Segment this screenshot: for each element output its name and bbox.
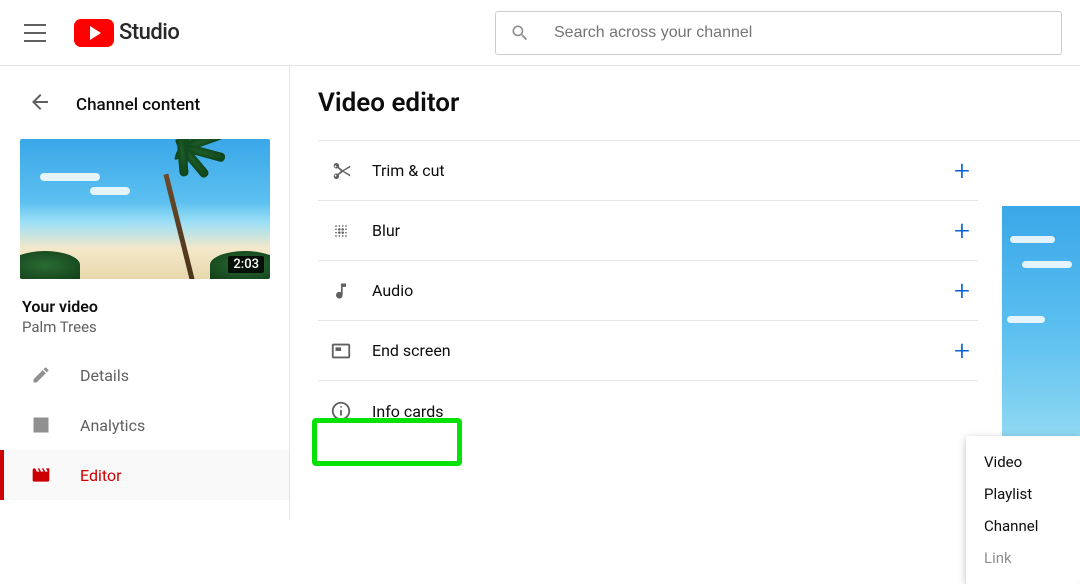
row-audio[interactable]: Audio + <box>318 261 978 321</box>
duration-badge: 2:03 <box>228 256 264 273</box>
end-screen-icon <box>324 340 358 362</box>
menu-item-playlist[interactable]: Playlist <box>966 478 1080 510</box>
video-preview-strip <box>1002 206 1080 436</box>
sidebar-item-editor[interactable]: Editor <box>0 450 289 500</box>
plus-icon[interactable]: + <box>954 277 972 305</box>
menu-item-link: Link <box>966 542 1080 574</box>
row-label: Blur <box>372 221 954 240</box>
back-arrow-icon[interactable] <box>28 90 52 119</box>
page-title: Video editor <box>318 88 1080 118</box>
video-thumbnail[interactable]: 2:03 <box>20 139 270 279</box>
sidebar-item-label: Details <box>80 366 129 385</box>
plus-icon[interactable]: + <box>954 217 972 245</box>
row-endscreen[interactable]: End screen + <box>318 321 978 381</box>
search-input[interactable] <box>552 23 1047 43</box>
row-infocards[interactable]: Info cards <box>318 381 978 441</box>
back-label: Channel content <box>76 95 200 115</box>
search-box[interactable] <box>495 11 1062 55</box>
blur-icon <box>324 221 358 241</box>
plus-icon[interactable]: + <box>954 337 972 365</box>
video-title: Palm Trees <box>22 318 289 336</box>
music-note-icon <box>324 281 358 301</box>
youtube-play-icon <box>74 19 114 47</box>
editor-clapper-icon <box>30 464 52 486</box>
row-label: Trim & cut <box>372 161 954 180</box>
row-blur[interactable]: Blur + <box>318 201 978 261</box>
row-trim[interactable]: Trim & cut + <box>318 141 978 201</box>
menu-item-video[interactable]: Video <box>966 446 1080 478</box>
studio-logo[interactable]: Studio <box>74 19 179 47</box>
editor-rows: Trim & cut + Blur + Audio + <box>318 140 1080 441</box>
sidebar-item-label: Analytics <box>80 416 145 435</box>
row-label: End screen <box>372 341 954 360</box>
logo-text: Studio <box>119 20 179 45</box>
back-row[interactable]: Channel content <box>0 84 289 135</box>
row-label: Audio <box>372 281 954 300</box>
pencil-icon <box>30 364 52 386</box>
sidebar-item-analytics[interactable]: Analytics <box>0 400 289 450</box>
search-icon <box>510 23 530 43</box>
menu-item-channel[interactable]: Channel <box>966 510 1080 542</box>
row-label: Info cards <box>372 402 972 421</box>
hamburger-menu-icon[interactable] <box>24 24 46 42</box>
info-cards-menu: Video Playlist Channel Link <box>966 436 1080 584</box>
your-video-label: Your video <box>22 297 289 316</box>
info-icon <box>324 400 358 422</box>
sidebar-item-label: Editor <box>80 466 121 485</box>
sidebar-item-details[interactable]: Details <box>0 350 289 400</box>
plus-icon[interactable]: + <box>954 157 972 185</box>
scissors-icon <box>324 160 358 182</box>
sidebar: Channel content 2:03 Your video Palm Tre… <box>0 66 290 520</box>
main-panel: Video editor Trim & cut + Blur + <box>290 66 1080 520</box>
analytics-icon <box>30 414 52 436</box>
header: Studio <box>0 0 1080 66</box>
